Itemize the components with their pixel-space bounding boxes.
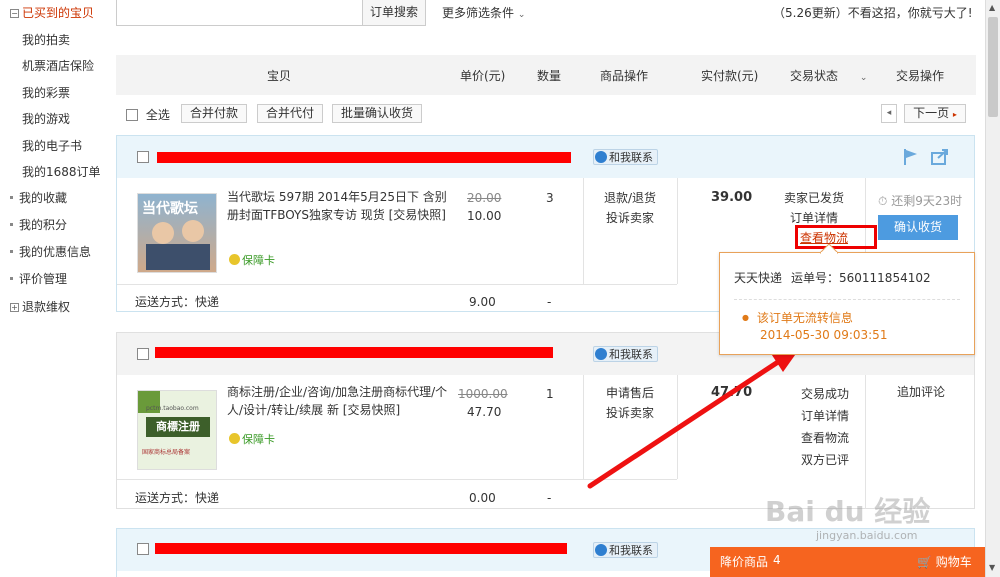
logistics-popup: 天天快递 运单号：560111854102 ● 该订单无流转信息 2014-05… bbox=[719, 244, 975, 355]
carrier-name: 天天快递 bbox=[734, 271, 783, 285]
logistics-message-text: 该订单无流转信息 bbox=[756, 311, 853, 325]
watermark-url: jingyan.baidu.com bbox=[816, 529, 918, 542]
cart-label: 购物车 bbox=[935, 555, 972, 569]
popup-caret-icon bbox=[820, 244, 838, 254]
tracking-number: 运单号：560111854102 bbox=[791, 271, 931, 285]
divider bbox=[734, 299, 960, 300]
scrollbar[interactable]: ▲ ▼ bbox=[985, 0, 1000, 577]
bullet-icon: ● bbox=[742, 313, 749, 322]
scroll-down-icon[interactable]: ▼ bbox=[989, 563, 995, 572]
price-drop-count: 4 bbox=[773, 553, 781, 567]
scroll-thumb[interactable] bbox=[988, 17, 998, 117]
price-drop-label: 降价商品 bbox=[720, 555, 769, 569]
price-drop-cart-bar[interactable]: 降价商品 4 🛒 购物车 bbox=[710, 547, 986, 577]
logistics-time: 2014-05-30 09:03:51 bbox=[760, 328, 888, 342]
cart-icon: 🛒 bbox=[917, 555, 932, 569]
scroll-up-icon[interactable]: ▲ bbox=[989, 3, 995, 12]
logistics-message: ● 该订单无流转信息 bbox=[742, 309, 853, 326]
cart-link[interactable]: 🛒 购物车 bbox=[917, 553, 972, 570]
watermark-logo: Bai du 经验 bbox=[765, 495, 931, 528]
